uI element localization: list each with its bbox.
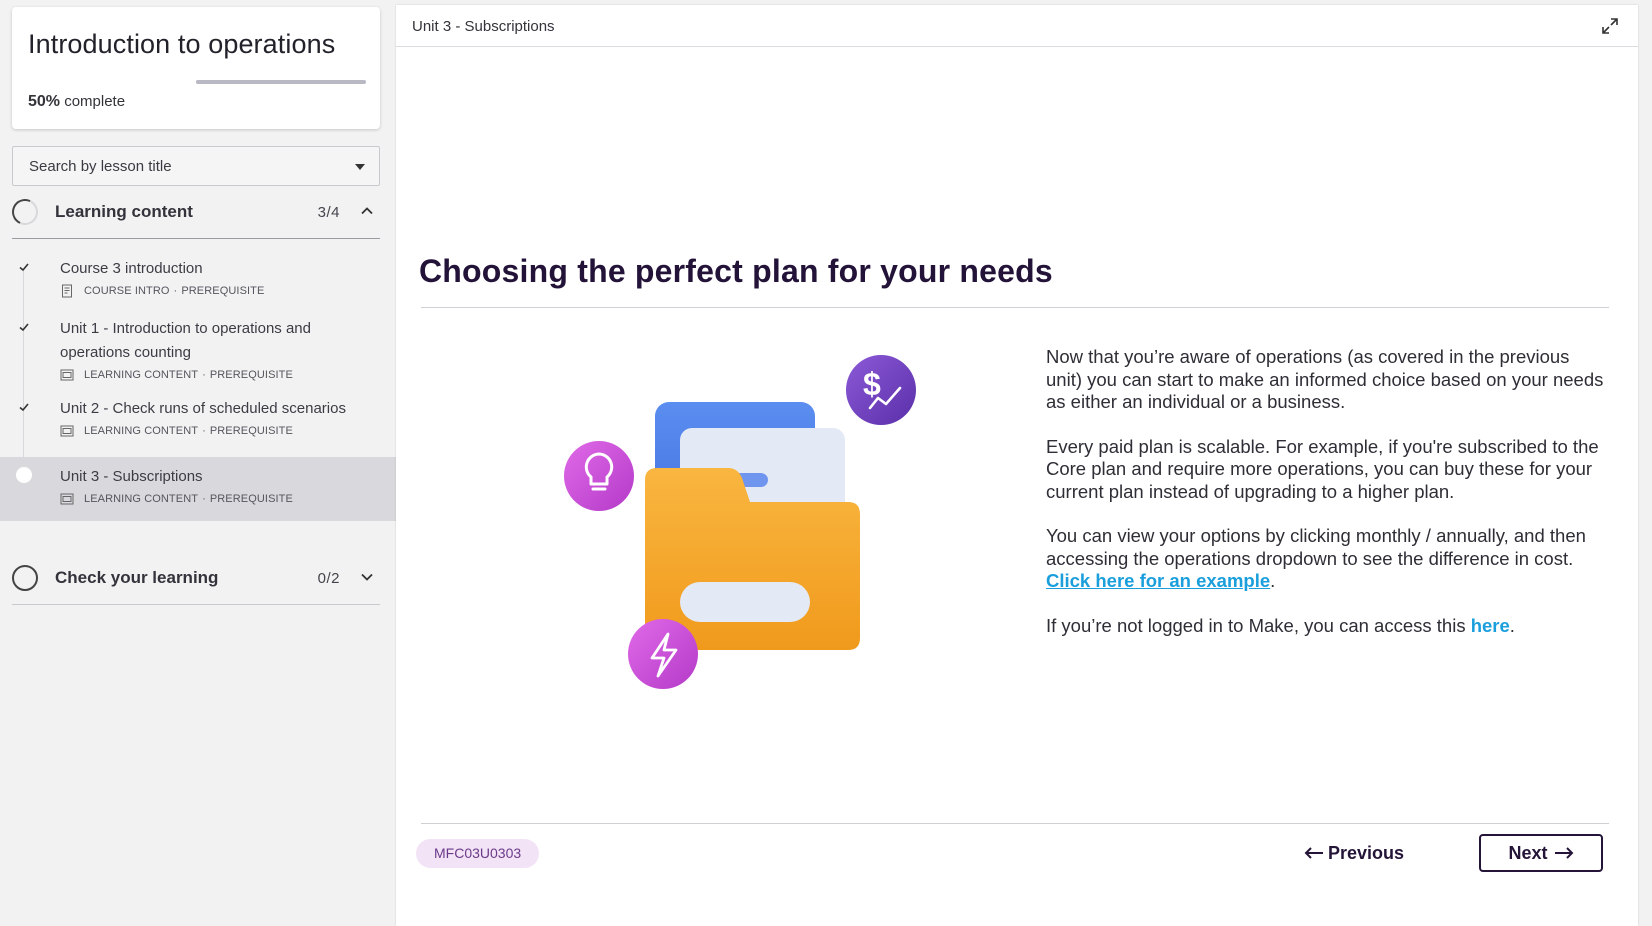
example-link[interactable]: Click here for an example xyxy=(1046,570,1270,591)
completion-percent: 50% xyxy=(28,93,61,110)
svg-text:$: $ xyxy=(863,366,881,402)
lesson-title: Course 3 introduction xyxy=(60,260,203,277)
lesson-type: LEARNING CONTENT xyxy=(84,425,199,437)
next-label: Next xyxy=(1508,842,1548,863)
lesson-meta: LEARNING CONTENT · PREREQUISITE xyxy=(60,424,396,438)
heading-divider xyxy=(421,307,1609,308)
arrow-right-icon xyxy=(1554,847,1573,859)
lesson-title: Unit 1 - Introduction to operations and … xyxy=(60,320,311,361)
course-progress-fill xyxy=(196,80,281,84)
check-icon xyxy=(19,403,29,412)
paragraph-text: You can view your options by clicking mo… xyxy=(1046,525,1586,569)
here-link[interactable]: here xyxy=(1471,615,1510,636)
meta-separator: · xyxy=(202,493,206,505)
screen-icon xyxy=(60,369,74,381)
paragraph: Now that you’re aware of operations (as … xyxy=(1046,346,1604,412)
folder-documents-illustration: $ xyxy=(564,355,916,689)
current-lesson-dot-icon xyxy=(16,467,32,483)
completion-suffix: complete xyxy=(64,93,126,110)
chevron-down-icon[interactable] xyxy=(360,570,374,584)
footer-divider xyxy=(421,823,1609,824)
course-progress-bar xyxy=(196,80,366,84)
lesson-item[interactable]: Course 3 introduction COURSE INTRO · PRE… xyxy=(0,253,396,311)
section-label: Learning content xyxy=(55,202,193,221)
meta-separator: · xyxy=(173,285,178,297)
section-count: 0/2 xyxy=(317,570,340,587)
breadcrumb: Unit 3 - Subscriptions xyxy=(412,18,555,35)
lesson-meta: LEARNING CONTENT · PREREQUISITE xyxy=(60,368,396,382)
lesson-title: Unit 3 - Subscriptions xyxy=(60,468,203,485)
lesson-meta: LEARNING CONTENT · PREREQUISITE xyxy=(60,492,396,506)
course-title: Introduction to operations xyxy=(28,29,336,59)
section-check-your-learning[interactable]: Check your learning 0/2 xyxy=(12,555,380,599)
lesson-type: LEARNING CONTENT xyxy=(84,493,199,505)
lesson-type: COURSE INTRO xyxy=(84,285,170,297)
section-divider xyxy=(12,238,380,239)
lesson-topbar: Unit 3 - Subscriptions xyxy=(396,5,1638,47)
paragraph: You can view your options by clicking mo… xyxy=(1046,525,1606,593)
screen-icon xyxy=(60,493,74,505)
lesson-tag: PREREQUISITE xyxy=(209,425,293,437)
lesson-code-badge: MFC03U0303 xyxy=(416,839,540,868)
caret-down-icon xyxy=(355,164,365,170)
section-divider xyxy=(12,604,380,605)
lesson-meta: COURSE INTRO · PREREQUISITE xyxy=(60,284,396,298)
paragraph: Every paid plan is scalable. For example… xyxy=(1046,435,1599,502)
meta-separator: · xyxy=(202,369,206,381)
previous-button[interactable]: Previous xyxy=(1296,835,1412,871)
section-count: 3/4 xyxy=(317,204,340,221)
lesson-tag: PREREQUISITE xyxy=(209,369,293,381)
course-sidebar: Introduction to operations 50% complete … xyxy=(0,0,396,926)
section-progress-ring-icon xyxy=(8,195,42,229)
lesson-body: Now that you’re aware of operations (as … xyxy=(1046,346,1606,659)
lesson-list: Course 3 introduction COURSE INTRO · PRE… xyxy=(0,253,396,521)
paragraph: If you’re not logged in to Make, you can… xyxy=(1046,615,1606,638)
lesson-item[interactable]: Unit 1 - Introduction to operations and … xyxy=(0,311,396,396)
expand-icon[interactable] xyxy=(1600,16,1620,36)
lesson-tag: PREREQUISITE xyxy=(209,493,293,505)
lesson-content-panel: Unit 3 - Subscriptions Choosing the perf… xyxy=(396,5,1638,926)
lesson-tag: PREREQUISITE xyxy=(181,285,265,297)
document-icon xyxy=(62,284,72,298)
paragraph-end: . xyxy=(1270,570,1276,591)
meta-separator: · xyxy=(202,425,206,437)
lesson-title: Unit 2 - Check runs of scheduled scenari… xyxy=(60,400,346,417)
lesson-item-active[interactable]: Unit 3 - Subscriptions LEARNING CONTENT … xyxy=(0,457,396,521)
previous-label: Previous xyxy=(1328,842,1405,863)
lesson-heading: Choosing the perfect plan for your needs xyxy=(419,253,1053,289)
section-learning-content[interactable]: Learning content 3/4 xyxy=(8,189,380,233)
check-icon xyxy=(19,263,29,272)
section-label: Check your learning xyxy=(55,568,219,587)
lesson-search-placeholder: Search by lesson title xyxy=(29,158,172,175)
next-button[interactable]: Next xyxy=(1479,834,1603,872)
paragraph-text: If you’re not logged in to Make, you can… xyxy=(1046,614,1471,636)
screen-icon xyxy=(60,425,74,437)
lesson-search-select[interactable]: Search by lesson title xyxy=(12,146,380,186)
paragraph-end: . xyxy=(1509,614,1515,636)
check-icon xyxy=(19,323,29,332)
completion-text: 50% complete xyxy=(28,93,125,111)
section-progress-ring-icon xyxy=(12,565,38,591)
course-progress-card: Introduction to operations 50% complete xyxy=(12,7,380,129)
lesson-item[interactable]: Unit 2 - Check runs of scheduled scenari… xyxy=(0,396,396,457)
lesson-type: LEARNING CONTENT xyxy=(84,369,199,381)
chevron-up-icon[interactable] xyxy=(360,204,374,218)
arrow-left-icon xyxy=(1304,847,1323,859)
